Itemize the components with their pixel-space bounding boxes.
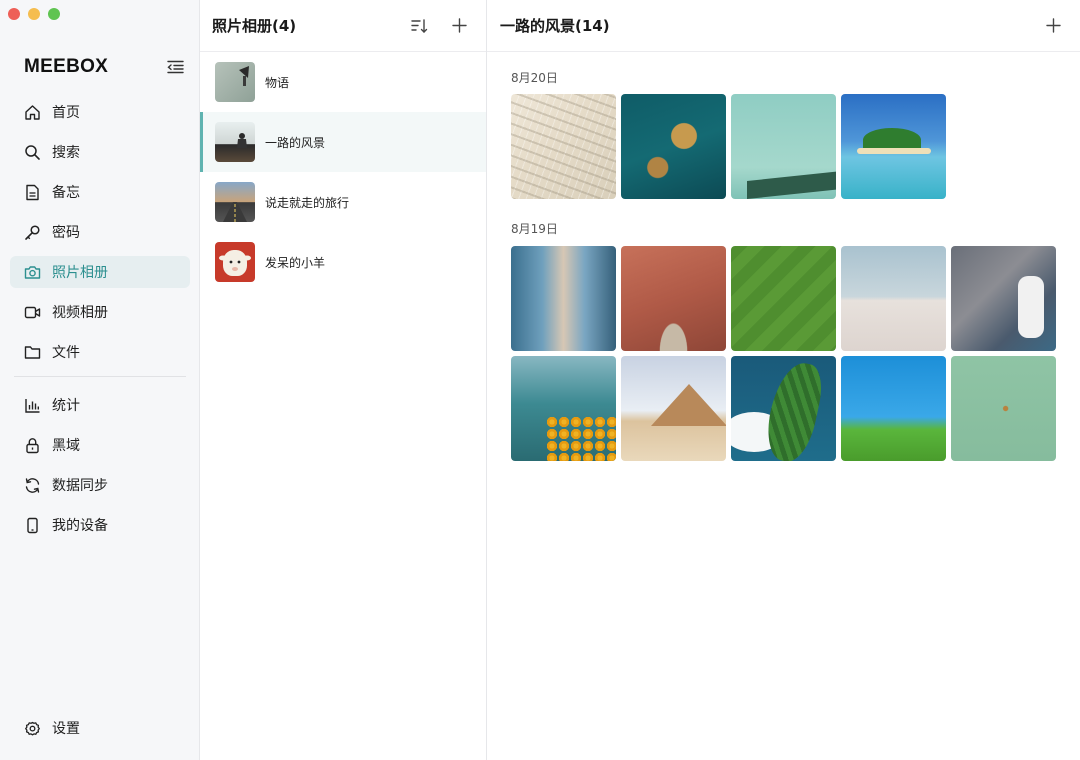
app-logo: MEEBOX [24,56,109,77]
sidebar-item-label: 统计 [52,398,80,414]
sidebar-item-label: 黑域 [52,438,80,454]
camera-icon [23,263,41,281]
minimize-window-button[interactable] [28,8,40,20]
sidebar-item-label: 首页 [52,105,80,121]
photo-grid [511,94,1080,199]
album-item-sheep[interactable]: 发呆的小羊 [200,232,486,292]
sidebar-item-label: 备忘 [52,185,80,201]
sidebar-item-photo-albums[interactable]: 照片相册 [10,256,190,288]
phone-icon [23,516,41,534]
photo-thumbnail[interactable] [621,246,726,351]
photo-section: 8月19日 [487,199,1080,461]
window-controls [8,8,60,20]
album-title: 一路的风景(14) [500,17,610,35]
photo-thumbnail[interactable] [731,356,836,461]
video-icon [23,303,41,321]
sidebar-item-notes[interactable]: 备忘 [10,176,190,208]
add-album-button[interactable] [448,15,470,37]
album-list-header: 照片相册(4) [200,0,486,52]
sidebar-item-black-domain[interactable]: 黑域 [10,429,190,461]
sidebar-item-label: 设置 [52,721,80,737]
photo-thumbnail[interactable] [841,94,946,199]
app-window: MEEBOX 首页 搜索 备忘 密码 照片相册 视频相册 文件 统计 黑域 数据… [0,0,1080,760]
album-name: 一路的风景 [265,135,326,150]
album-item-stories[interactable]: 物语 [200,52,486,112]
sidebar-item-data-sync[interactable]: 数据同步 [10,469,190,501]
album-list-panel: 照片相册(4) 物语 一路的风景 说走就走的旅行 发呆的小羊 [200,0,487,760]
sidebar-item-passwords[interactable]: 密码 [10,216,190,248]
home-icon [23,103,41,121]
sidebar-item-label: 搜索 [52,145,80,161]
photo-thumbnail[interactable] [951,246,1056,351]
photo-thumbnail[interactable] [511,246,616,351]
photo-thumbnail[interactable] [731,94,836,199]
photo-thumbnail[interactable] [841,246,946,351]
sidebar-item-label: 文件 [52,345,80,361]
album-item-travel[interactable]: 说走就走的旅行 [200,172,486,232]
album-thumbnail [215,62,255,102]
photo-thumbnail[interactable] [511,356,616,461]
sidebar-item-label: 视频相册 [52,305,108,321]
sidebar: MEEBOX 首页 搜索 备忘 密码 照片相册 视频相册 文件 统计 黑域 数据… [0,0,200,760]
sync-icon [23,476,41,494]
photo-thumbnail[interactable] [841,356,946,461]
photo-grid [511,246,1080,461]
plus-icon [1045,18,1061,33]
album-item-scenery[interactable]: 一路的风景 [200,112,486,172]
sidebar-item-settings[interactable]: 设置 [10,712,190,744]
sidebar-item-label: 我的设备 [52,518,108,534]
brand-row: MEEBOX [24,56,184,78]
photo-grid-panel: 一路的风景(14) 8月20日 8月19日 [487,0,1080,760]
sidebar-divider [14,376,186,377]
lock-icon [23,436,41,454]
album-thumbnail [215,242,255,282]
album-name: 物语 [265,75,290,90]
sidebar-settings: 设置 [10,712,190,752]
chart-icon [23,396,41,414]
album-list-title: 照片相册(4) [212,17,297,35]
menu-collapse-icon[interactable] [166,58,184,76]
close-window-button[interactable] [8,8,20,20]
album-name: 说走就走的旅行 [265,195,350,210]
album-thumbnail [215,122,255,162]
sidebar-item-label: 密码 [52,225,80,241]
sidebar-item-files[interactable]: 文件 [10,336,190,368]
sidebar-item-statistics[interactable]: 统计 [10,389,190,421]
sidebar-item-search[interactable]: 搜索 [10,136,190,168]
photo-thumbnail[interactable] [621,356,726,461]
sidebar-item-label: 数据同步 [52,478,108,494]
photo-section: 8月20日 [487,52,1080,199]
gear-icon [23,719,41,737]
photo-grid-header: 一路的风景(14) [487,0,1080,52]
photo-thumbnail[interactable] [951,356,1056,461]
sidebar-item-label: 照片相册 [52,265,108,281]
search-icon [23,143,41,161]
sidebar-item-video-albums[interactable]: 视频相册 [10,296,190,328]
photo-thumbnail[interactable] [731,246,836,351]
sidebar-item-my-devices[interactable]: 我的设备 [10,509,190,541]
photo-thumbnail[interactable] [511,94,616,199]
album-name: 发呆的小羊 [265,255,326,270]
date-label: 8月20日 [511,70,558,85]
album-thumbnail [215,182,255,222]
folder-icon [23,343,41,361]
key-icon [23,223,41,241]
sort-icon[interactable] [408,15,430,37]
photo-thumbnail[interactable] [621,94,726,199]
add-photo-button[interactable] [1042,15,1064,37]
plus-icon [451,18,467,33]
sidebar-nav: 首页 搜索 备忘 密码 照片相册 视频相册 文件 统计 黑域 数据同步 我的设备 [10,96,190,549]
date-label: 8月19日 [511,221,558,236]
zoom-window-button[interactable] [48,8,60,20]
note-icon [23,183,41,201]
sidebar-item-home[interactable]: 首页 [10,96,190,128]
